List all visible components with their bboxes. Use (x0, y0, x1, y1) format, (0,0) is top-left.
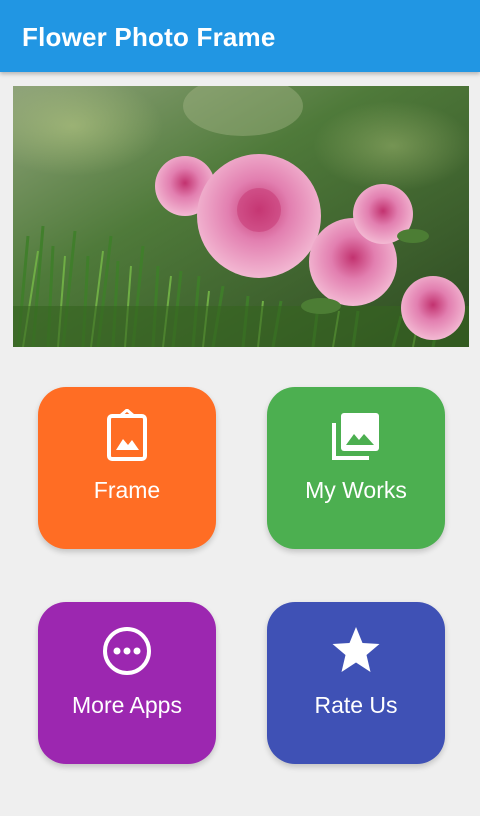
app-bar: Flower Photo Frame (0, 0, 480, 72)
photo-library-icon (329, 409, 383, 463)
my-works-button[interactable]: My Works (267, 387, 445, 549)
frame-photo-icon (100, 408, 154, 463)
more-circle-icon (100, 624, 154, 678)
app-title: Flower Photo Frame (22, 22, 276, 52)
more-apps-button[interactable]: More Apps (38, 602, 216, 764)
banner-image (13, 86, 469, 347)
frame-button[interactable]: Frame (38, 387, 216, 549)
rate-us-label: Rate Us (314, 692, 398, 718)
roses-photo (13, 86, 469, 347)
frame-label: Frame (93, 477, 161, 503)
more-apps-label: More Apps (72, 692, 182, 718)
star-icon (329, 624, 383, 678)
my-works-label: My Works (305, 477, 407, 503)
rate-us-button[interactable]: Rate Us (267, 602, 445, 764)
